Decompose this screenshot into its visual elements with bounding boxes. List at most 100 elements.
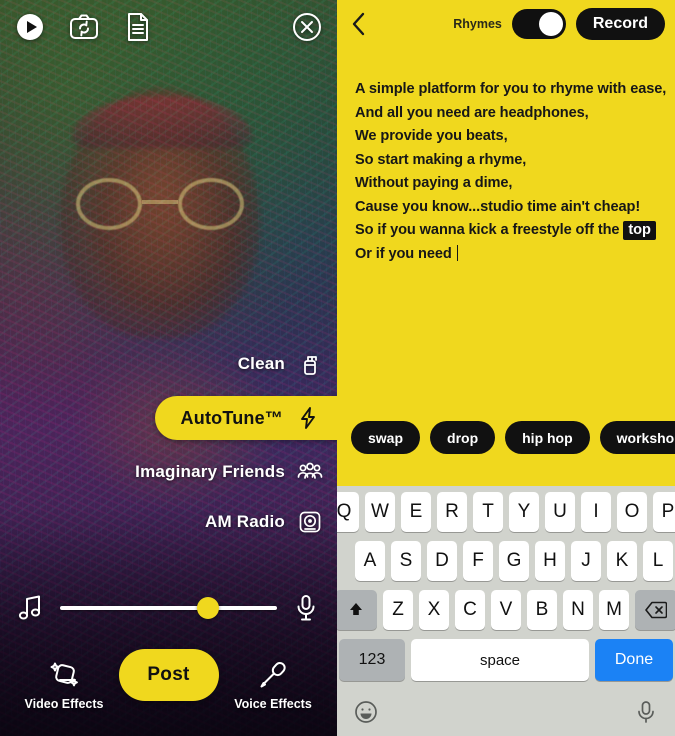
key-f[interactable]: F — [463, 541, 493, 581]
on-screen-keyboard: QWERTYUIOP ASDFGHJKL ZXCVBNM 123 space D… — [337, 486, 675, 736]
lyrics-line: And all you need are headphones, — [355, 102, 659, 126]
record-button-label: Record — [592, 15, 648, 32]
shift-arrow-icon[interactable] — [337, 590, 377, 630]
voice-effects-label: Voice Effects — [234, 696, 312, 711]
rhyme-chip[interactable]: drop — [430, 421, 496, 454]
lyrics-line: We provide you beats, — [355, 125, 659, 149]
key-l[interactable]: L — [643, 541, 673, 581]
close-icon[interactable] — [291, 11, 323, 43]
key-p[interactable]: P — [653, 492, 675, 532]
camera-top-toolbar — [0, 0, 337, 54]
key-s[interactable]: S — [391, 541, 421, 581]
lyrics-editor-panel: Rhymes Record A simple platform for you … — [337, 0, 675, 736]
key-h[interactable]: H — [535, 541, 565, 581]
lyrics-line-text: Cause you know...studio time ain't cheap… — [355, 198, 641, 215]
key-b[interactable]: B — [527, 590, 557, 630]
video-effects-button[interactable]: Video Effects — [18, 658, 110, 711]
key-w[interactable]: W — [365, 492, 395, 532]
effect-label: AM Radio — [205, 512, 285, 531]
keyboard-row-3: ZXCVBNM — [337, 590, 675, 630]
volume-slider-track[interactable] — [60, 597, 277, 619]
space-key-label: space — [479, 651, 521, 669]
key-v[interactable]: V — [491, 590, 521, 630]
key-e[interactable]: E — [401, 492, 431, 532]
key-j[interactable]: J — [571, 541, 601, 581]
effect-item-imaginary-friends[interactable]: Imaginary Friends — [113, 454, 337, 490]
camera-preview-panel: Clean AutoTune™ Imaginary Friends AM Rad… — [0, 0, 337, 736]
effect-label: Clean — [237, 354, 285, 373]
key-k[interactable]: K — [607, 541, 637, 581]
play-icon[interactable] — [14, 11, 46, 43]
mic-handheld-icon — [256, 658, 290, 692]
voice-effects-button[interactable]: Voice Effects — [227, 658, 319, 711]
rhyme-chip[interactable]: hip hop — [505, 421, 590, 454]
lyrics-line-text: Or if you need — [355, 245, 456, 262]
done-key[interactable]: Done — [595, 639, 673, 681]
rhymes-toggle[interactable] — [511, 9, 566, 39]
key-i[interactable]: I — [581, 492, 611, 532]
key-y[interactable]: Y — [509, 492, 539, 532]
music-note-icon — [16, 593, 46, 623]
rhymes-label: Rhymes — [453, 17, 502, 31]
group-people-icon — [297, 459, 323, 485]
backspace-icon[interactable] — [635, 590, 675, 630]
rhyme-suggestion-chips: swap drop hip hop workshop — [337, 421, 675, 454]
spray-bottle-icon — [297, 351, 323, 377]
camera-bottom-bar: Video Effects Post Voice Effects — [0, 632, 337, 736]
keyboard-row-1: QWERTYUIOP — [337, 492, 675, 532]
lyrics-text-area[interactable]: A simple platform for you to rhyme with … — [337, 48, 675, 266]
effect-label: AutoTune™ — [180, 407, 283, 428]
highlighted-rhyme-word[interactable]: top — [623, 221, 656, 240]
video-effects-label: Video Effects — [24, 696, 104, 711]
lyrics-line: A simple platform for you to rhyme with … — [355, 78, 666, 102]
record-button[interactable]: Record — [575, 8, 665, 40]
numbers-key[interactable]: 123 — [339, 639, 405, 681]
emoji-smiley-icon[interactable] — [353, 699, 379, 725]
volume-slider-thumb[interactable] — [196, 597, 219, 619]
key-m[interactable]: M — [599, 590, 629, 630]
camera-flip-icon[interactable] — [68, 11, 100, 43]
lyrics-line: So start making a rhyme, — [355, 149, 659, 173]
key-u[interactable]: U — [545, 492, 575, 532]
key-t[interactable]: T — [473, 492, 503, 532]
key-g[interactable]: G — [499, 541, 529, 581]
rhyme-chip[interactable]: swap — [351, 421, 421, 454]
effect-item-clean[interactable]: Clean — [216, 346, 337, 382]
lyrics-line-text: And all you need are headphones, — [355, 104, 589, 121]
key-r[interactable]: R — [437, 492, 467, 532]
key-a[interactable]: A — [355, 541, 385, 581]
key-o[interactable]: O — [617, 492, 647, 532]
lyrics-line-text: A simple platform for you to rhyme with … — [355, 81, 667, 97]
lyrics-line: Or if you need — [355, 243, 659, 267]
space-key[interactable]: space — [411, 639, 589, 681]
lyrics-line: So if you wanna kick a freestyle off the… — [355, 219, 659, 243]
effect-item-am-radio[interactable]: AM Radio — [183, 504, 337, 540]
voice-effects-list: Clean AutoTune™ Imaginary Friends AM Rad… — [0, 346, 337, 540]
key-c[interactable]: C — [455, 590, 485, 630]
lyrics-line-text: We provide you beats, — [355, 128, 508, 144]
lyrics-document-icon[interactable] — [122, 11, 154, 43]
rhyme-chip[interactable]: workshop — [599, 421, 675, 454]
app-root: Clean AutoTune™ Imaginary Friends AM Rad… — [0, 0, 675, 736]
post-button-label: Post — [147, 664, 190, 685]
key-x[interactable]: X — [419, 590, 449, 630]
key-d[interactable]: D — [427, 541, 457, 581]
toggle-knob — [538, 12, 563, 36]
dictation-microphone-icon[interactable] — [633, 699, 659, 725]
lyrics-line: Cause you know...studio time ain't cheap… — [355, 196, 659, 220]
numbers-key-label: 123 — [358, 651, 386, 668]
video-effects-sparkle-icon — [47, 658, 81, 692]
key-z[interactable]: Z — [383, 590, 413, 630]
effect-label: Imaginary Friends — [135, 462, 285, 481]
chevron-left-icon[interactable] — [349, 9, 375, 39]
volume-slider-row — [0, 593, 337, 623]
key-n[interactable]: N — [563, 590, 593, 630]
effect-item-autotune[interactable]: AutoTune™ — [154, 396, 337, 440]
keyboard-footer — [337, 689, 675, 735]
done-key-label: Done — [614, 651, 654, 668]
post-button[interactable]: Post — [118, 649, 219, 701]
lyrics-header: Rhymes Record — [337, 0, 675, 48]
lyrics-line-text: So start making a rhyme, — [355, 151, 527, 168]
key-q[interactable]: Q — [337, 492, 359, 532]
radio-speaker-icon — [297, 509, 323, 535]
